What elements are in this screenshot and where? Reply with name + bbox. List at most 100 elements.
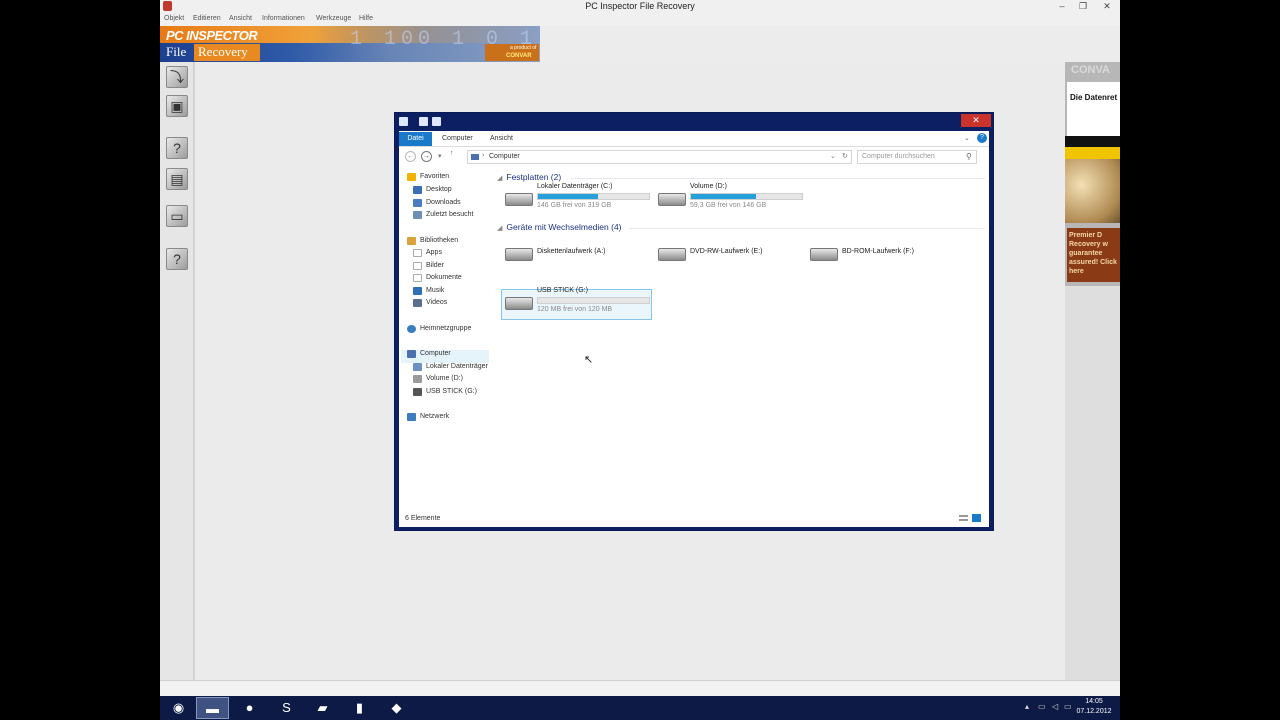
dvd-drive-icon [658, 248, 686, 261]
search-lost-icon[interactable]: ? [166, 137, 188, 159]
tray-expand-icon[interactable]: ▴ [1025, 702, 1029, 711]
app-banner: 1 100 1 0 1 PC INSPECTOR File Recovery a… [160, 26, 540, 62]
menu-objekt[interactable]: Objekt [164, 15, 184, 22]
star-icon [407, 173, 416, 181]
clock-date[interactable]: 07.12.2012 [1074, 708, 1114, 715]
usage-bar-fill [538, 194, 598, 199]
ad-panel[interactable]: CONVA Die Datenret Premier D Recovery w … [1065, 62, 1120, 680]
recent-dropdown-icon[interactable]: ▾ [438, 152, 442, 160]
explorer-close-button[interactable]: ✕ [961, 114, 991, 127]
help-icon[interactable]: ? [977, 133, 987, 143]
drive-tile-f[interactable]: BD-ROM-Laufwerk (F:) [808, 238, 958, 270]
taskbar-media-icon[interactable]: ▮ [343, 697, 376, 719]
refresh-icon[interactable]: ↻ [842, 152, 848, 160]
badge-brand: CONVAR [506, 53, 532, 59]
breadcrumb-separator-icon[interactable]: › [482, 152, 484, 159]
tool-sidebar: ⤵ ▣ ? ▤ ▭ ? [160, 62, 194, 680]
menu-bar: Objekt Editieren Ansicht Informationen W… [160, 13, 1120, 26]
back-icon[interactable]: ← [405, 151, 416, 162]
taskbar-pcinspector-icon[interactable]: ◆ [380, 697, 413, 719]
collapse-icon: ◢ [497, 225, 503, 232]
status-bar: 6 Elemente [399, 509, 989, 527]
volume-icon[interactable]: ◁ [1052, 702, 1058, 711]
properties-icon[interactable] [419, 117, 428, 126]
tab-computer[interactable]: Computer [442, 135, 473, 142]
network-tray-icon[interactable]: ▭ [1038, 702, 1046, 711]
menu-werkzeuge[interactable]: Werkzeuge [316, 15, 351, 22]
drive-tile-d[interactable]: Volume (D:) 59,3 GB frei von 146 GB [656, 183, 806, 215]
pictures-icon [413, 262, 422, 270]
explorer-title-bar: ✕ [395, 113, 993, 131]
drive-tile-g[interactable]: USB STICK (G:) 120 MB frei von 120 MB [503, 287, 653, 319]
save-icon[interactable]: ▣ [166, 95, 188, 117]
explorer-window: ✕ Datei Computer Ansicht ⌄ ? ← → ▾ ↑ › C… [394, 112, 994, 531]
app-title-bar: PC Inspector File Recovery – ❐ ✕ [160, 0, 1120, 13]
group-festplatten[interactable]: ◢ Festplatten (2) [497, 172, 561, 182]
taskbar-explorer-icon[interactable]: ▬ [196, 697, 229, 719]
tiles-view-icon[interactable] [972, 514, 981, 522]
address-row: ← → ▾ ↑ › Computer ⌄ ↻ Computer durchsuc… [399, 148, 989, 166]
desktop-icon [413, 186, 422, 194]
taskbar-skype-icon[interactable]: S [270, 697, 303, 719]
address-dropdown-icon[interactable]: ⌄ [830, 152, 836, 160]
usb-drive-icon [505, 297, 533, 310]
drive-tile-a[interactable]: Diskettenlaufwerk (A:) [503, 238, 653, 270]
help-tool-icon[interactable]: ? [166, 248, 188, 270]
recover-deleted-icon[interactable]: ⤵ [166, 66, 188, 88]
clock-time[interactable]: 14:05 [1074, 698, 1114, 705]
tab-datei[interactable]: Datei [399, 132, 432, 146]
download-icon [413, 199, 422, 207]
start-icon[interactable]: ◉ [162, 697, 195, 719]
item-count: 6 Elemente [405, 515, 441, 522]
taskbar-chrome-icon[interactable]: ● [233, 697, 266, 719]
drive-tile-e[interactable]: DVD-RW-Laufwerk (E:) [656, 238, 806, 270]
usage-bar [690, 193, 803, 200]
taskbar: ◉ ▬ ● S ▰ ▮ ◆ ▴ ▭ ◁ ▭ 14:05 07.12.2012 [160, 696, 1120, 720]
search-input[interactable]: Computer durchsuchen ⚲ [857, 150, 977, 164]
taskbar-notes-icon[interactable]: ▰ [306, 697, 339, 719]
address-bar[interactable]: › Computer ⌄ ↻ [467, 150, 852, 164]
restore-button[interactable]: ❐ [1073, 0, 1093, 13]
usage-bar-fill [691, 194, 757, 199]
app-status-bar [160, 680, 1120, 696]
usb-drive-icon [413, 388, 422, 396]
details-view-icon[interactable] [959, 515, 968, 521]
windows-drive-icon [505, 193, 533, 206]
ad-photo [1065, 159, 1120, 223]
search-icon[interactable]: ⚲ [966, 152, 972, 161]
folder-icon[interactable]: ▭ [166, 205, 188, 227]
drive-icon[interactable]: ▤ [166, 168, 188, 190]
up-icon[interactable]: ↑ [450, 150, 454, 157]
music-icon [413, 287, 422, 295]
minimize-button[interactable]: – [1052, 0, 1072, 13]
floppy-drive-icon [505, 248, 533, 261]
keyboard-icon[interactable]: ▭ [1064, 702, 1072, 711]
content-pane: ◢ Festplatten (2) Lokaler Datenträger (C:… [497, 169, 987, 509]
menu-editieren[interactable]: Editieren [193, 15, 221, 22]
explorer-window-icon [399, 117, 408, 126]
tab-ansicht[interactable]: Ansicht [490, 135, 513, 142]
network-icon [407, 413, 416, 421]
menu-ansicht[interactable]: Ansicht [229, 15, 252, 22]
ad-brand: CONVA [1071, 64, 1110, 76]
ribbon-expand-icon[interactable]: ⌄ [964, 134, 970, 142]
menu-informationen[interactable]: Informationen [262, 15, 305, 22]
ad-text[interactable]: Premier D Recovery w guarantee assured! … [1067, 228, 1120, 282]
navigation-pane: Favoriten Desktop Downloads Zuletzt besu… [399, 169, 491, 509]
ribbon: Datei Computer Ansicht ⌄ ? [399, 131, 989, 147]
banner-product-recovery: Recovery [194, 44, 260, 61]
computer-icon [407, 350, 416, 358]
forward-icon[interactable]: → [421, 151, 432, 162]
menu-hilfe[interactable]: Hilfe [359, 15, 373, 22]
documents-icon [413, 274, 422, 282]
new-folder-icon[interactable] [432, 117, 441, 126]
bd-drive-icon [810, 248, 838, 261]
screen: PC Inspector File Recovery – ❐ ✕ Objekt … [160, 0, 1120, 720]
close-button[interactable]: ✕ [1097, 0, 1117, 13]
document-icon [413, 249, 422, 257]
videos-icon [413, 299, 422, 307]
drive-tile-c[interactable]: Lokaler Datenträger (C:) 146 GB frei von… [503, 183, 653, 215]
usage-bar [537, 193, 650, 200]
group-wechselmedien[interactable]: ◢ Geräte mit Wechselmedien (4) [497, 222, 622, 232]
breadcrumb-computer[interactable]: Computer [489, 153, 520, 160]
